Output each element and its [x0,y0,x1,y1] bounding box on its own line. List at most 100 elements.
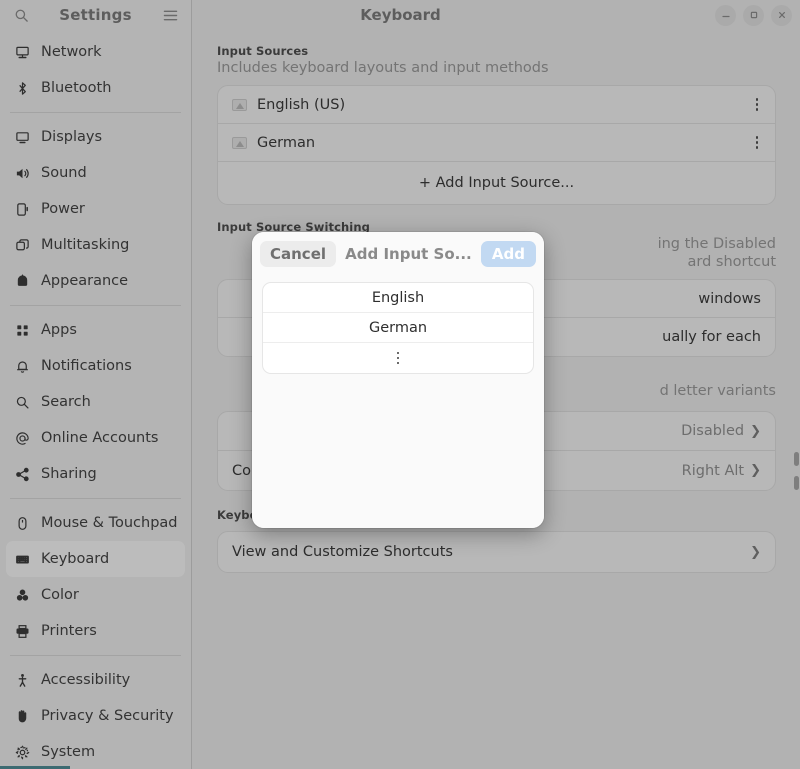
sidebar-item-system[interactable]: System [6,734,185,769]
input-source-row[interactable]: German [218,124,775,162]
switching-option-label: windows [698,290,761,307]
page-title: Keyboard [360,6,441,24]
sidebar-item-label: Keyboard [41,551,110,567]
add-input-source-dialog: Cancel Add Input So... Add English Germa… [252,232,544,528]
keyboard-layout-icon [232,98,247,111]
chevron-right-icon: ❯ [750,463,761,478]
sidebar-item-label: Accessibility [41,672,131,688]
keyboard-shortcuts-card: View and Customize Shortcuts ❯ [217,531,776,573]
input-sources-subtitle: Includes keyboard layouts and input meth… [217,60,549,76]
input-source-label: German [257,134,316,151]
keyboard-layout-icon [232,136,247,149]
add-button[interactable]: Add [480,240,536,268]
language-list-item[interactable]: German [263,313,533,343]
search-icon [14,394,31,411]
privacy-hand-icon [14,708,31,725]
sidebar-divider [10,498,181,499]
maximize-icon[interactable] [743,4,764,26]
printer-icon [14,623,31,640]
sidebar-item-label: Online Accounts [41,430,159,446]
sidebar-item-sound[interactable]: Sound [6,155,185,191]
sidebar-title: Settings [59,6,132,24]
keyboard-icon [14,551,31,568]
sidebar-item-printers[interactable]: Printers [6,613,185,649]
sidebar: Settings Network Bluetooth Displays Soun… [0,0,192,769]
sidebar-item-mouse-touchpad[interactable]: Mouse & Touchpad [6,505,185,541]
language-list-item[interactable]: English [263,283,533,313]
bottom-cutoff-strip [0,765,800,769]
apps-grid-icon [14,322,31,339]
input-sources-title: Input Sources [217,44,309,58]
sidebar-item-label: Power [41,201,85,217]
sidebar-item-label: Multitasking [41,237,130,253]
vertical-scrollbar[interactable] [793,0,800,769]
sidebar-item-label: Appearance [41,273,129,289]
bluetooth-icon [14,80,31,97]
sidebar-item-appearance[interactable]: Appearance [6,263,185,299]
titlebar: Keyboard [193,0,800,30]
language-list-more-item[interactable] [263,343,533,373]
sidebar-item-label: Sound [41,165,87,181]
sidebar-item-label: System [41,744,96,760]
search-icon[interactable] [10,4,32,26]
add-input-source-button[interactable]: + Add Input Source... [218,162,775,204]
sidebar-header: Settings [0,0,191,30]
power-icon [14,201,31,218]
language-label: German [368,319,428,336]
more-options-icon[interactable] [753,94,762,115]
sidebar-item-label: Printers [41,623,97,639]
appearance-icon [14,273,31,290]
sidebar-divider [10,305,181,306]
share-icon [14,466,31,483]
sidebar-divider [10,655,181,656]
switching-option-label: ually for each [662,329,761,345]
bell-icon [14,358,31,375]
dialog-body: English German [252,276,544,528]
sidebar-item-label: Color [41,587,79,603]
sidebar-item-displays[interactable]: Displays [6,119,185,155]
sidebar-item-online-accounts[interactable]: Online Accounts [6,420,185,456]
display-icon [14,129,31,146]
sidebar-item-sharing[interactable]: Sharing [6,456,185,492]
sidebar-item-notifications[interactable]: Notifications [6,348,185,384]
scrollbar-thumb[interactable] [794,452,799,466]
close-icon[interactable] [771,4,792,26]
chevron-right-icon: ❯ [750,544,761,560]
sidebar-item-bluetooth[interactable]: Bluetooth [6,70,185,106]
gear-icon [14,744,31,761]
sidebar-item-apps[interactable]: Apps [6,312,185,348]
input-sources-card: English (US) German + Add Input Source..… [217,85,776,205]
add-input-source-label: + Add Input Source... [418,175,575,191]
sidebar-item-network[interactable]: Network [6,34,185,70]
color-icon [14,587,31,604]
sidebar-item-label: Notifications [41,358,132,374]
settings-window: Settings Network Bluetooth Displays Soun… [0,0,800,769]
sidebar-item-multitasking[interactable]: Multitasking [6,227,185,263]
accessibility-icon [14,672,31,689]
sidebar-item-power[interactable]: Power [6,191,185,227]
language-list: English German [262,282,534,374]
minimize-icon[interactable] [715,4,736,26]
sidebar-item-search[interactable]: Search [6,384,185,420]
multitasking-icon [14,237,31,254]
sidebar-item-label: Mouse & Touchpad [41,515,178,531]
dialog-title: Add Input So... [345,245,472,263]
dialog-header: Cancel Add Input So... Add [252,232,544,276]
sidebar-item-accessibility[interactable]: Accessibility [6,662,185,698]
scrollbar-thumb-secondary[interactable] [794,476,799,490]
input-source-label: English (US) [257,96,346,113]
special-char-value: Disabled [681,423,745,439]
sidebar-item-keyboard[interactable]: Keyboard [6,541,185,577]
sidebar-item-privacy-security[interactable]: Privacy & Security [6,698,185,734]
window-controls [715,4,792,26]
more-options-icon[interactable] [753,132,762,153]
view-customize-shortcuts-row[interactable]: View and Customize Shortcuts ❯ [218,532,775,572]
sidebar-item-label: Apps [41,322,77,338]
sidebar-item-label: Search [41,394,91,410]
cancel-button[interactable]: Cancel [260,240,337,268]
hamburger-menu-icon[interactable] [159,4,181,26]
mouse-icon [14,515,31,532]
input-source-row[interactable]: English (US) [218,86,775,124]
more-options-icon[interactable] [394,348,403,369]
sidebar-item-color[interactable]: Color [6,577,185,613]
